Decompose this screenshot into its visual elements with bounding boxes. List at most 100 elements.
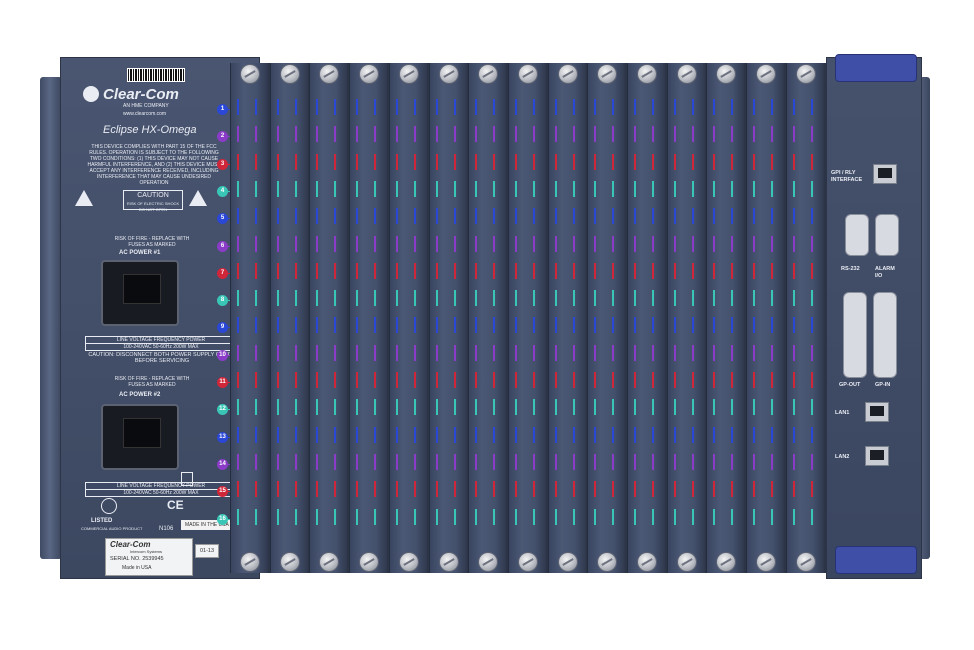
card-slot[interactable] xyxy=(468,63,507,573)
gp-out-port[interactable] xyxy=(843,292,867,378)
thumb-screw[interactable] xyxy=(479,65,498,83)
led-stripe xyxy=(294,208,297,225)
led-stripe xyxy=(634,426,636,443)
thumb-screw[interactable] xyxy=(757,65,776,83)
led-stripe xyxy=(334,208,337,225)
gp-in-port[interactable] xyxy=(873,292,897,378)
power2-table-values: 100-240VAC 50-60Hz 200W MAX xyxy=(85,489,237,497)
led-stripe xyxy=(413,208,416,225)
thumb-screw[interactable] xyxy=(360,65,379,83)
led-stripe xyxy=(652,99,654,115)
led-stripe xyxy=(810,508,813,525)
led-stripe xyxy=(572,508,575,525)
led-stripe xyxy=(532,208,535,225)
card-slot[interactable] xyxy=(587,63,626,573)
card-slot[interactable] xyxy=(507,63,546,573)
led-stripe xyxy=(673,481,676,498)
led-stripe xyxy=(413,372,416,388)
led-stripe xyxy=(753,126,756,143)
thumb-screw[interactable] xyxy=(558,65,577,83)
gpi-rly-port[interactable] xyxy=(873,164,897,184)
led-stripe xyxy=(395,426,398,443)
power2-label: AC POWER #2 xyxy=(119,392,161,398)
warning-icon xyxy=(189,190,207,206)
led-stripe xyxy=(237,153,239,170)
thumb-screw[interactable] xyxy=(717,553,736,571)
led-stripe xyxy=(276,508,279,525)
card-slot[interactable] xyxy=(706,63,745,573)
led-stripe xyxy=(237,344,239,361)
led-stripe xyxy=(255,290,257,307)
thumb-screw[interactable] xyxy=(558,553,577,571)
led-stripe xyxy=(413,99,416,115)
card-slot[interactable] xyxy=(428,63,467,573)
led-stripe xyxy=(594,262,597,279)
thumb-screw[interactable] xyxy=(638,553,656,571)
alarm-io-port[interactable] xyxy=(875,214,899,256)
lan1-port[interactable] xyxy=(865,402,889,422)
thumb-screw[interactable] xyxy=(677,65,696,83)
card-slot[interactable] xyxy=(349,63,388,573)
led-stripe xyxy=(634,126,636,143)
thumb-screw[interactable] xyxy=(399,65,418,83)
thumb-screw[interactable] xyxy=(241,65,259,83)
rs232-port[interactable] xyxy=(845,214,869,256)
thumb-screw[interactable] xyxy=(677,553,696,571)
card-slot[interactable] xyxy=(309,63,348,573)
led-stripe xyxy=(413,180,416,197)
card-slot[interactable] xyxy=(746,63,785,573)
led-stripe xyxy=(713,180,716,197)
thumb-screw[interactable] xyxy=(598,65,617,83)
led-stripe xyxy=(731,99,734,115)
thumb-screw[interactable] xyxy=(598,553,617,571)
led-stripe xyxy=(652,426,654,443)
card-slot[interactable] xyxy=(666,63,705,573)
slot-number-badge: 16 xyxy=(217,513,250,525)
thumb-screw[interactable] xyxy=(638,65,656,83)
ac-power-inlet-2[interactable] xyxy=(101,404,179,470)
card-slot[interactable] xyxy=(388,63,427,573)
led-stripe xyxy=(374,290,377,307)
thumb-screw[interactable] xyxy=(360,553,379,571)
card-slot[interactable] xyxy=(269,63,308,573)
led-stripe xyxy=(453,126,456,143)
led-stripe xyxy=(316,208,319,225)
thumb-screw[interactable] xyxy=(796,553,815,571)
caution-sub: RISK OF ELECTRIC SHOCK DO NOT OPEN xyxy=(126,201,180,212)
lan2-port[interactable] xyxy=(865,446,889,466)
led-stripe xyxy=(374,262,377,279)
thumb-screw[interactable] xyxy=(717,65,736,83)
thumb-screw[interactable] xyxy=(280,65,299,83)
thumb-screw[interactable] xyxy=(479,553,498,571)
thumb-screw[interactable] xyxy=(757,553,776,571)
ac-power-inlet-1[interactable] xyxy=(101,260,179,326)
top-handle[interactable] xyxy=(835,54,917,82)
led-stripe xyxy=(395,372,398,388)
card-slot[interactable] xyxy=(547,63,586,573)
led-stripe xyxy=(374,180,377,197)
led-stripe xyxy=(316,153,319,170)
card-slot[interactable] xyxy=(627,63,665,573)
thumb-screw[interactable] xyxy=(320,65,339,83)
led-stripe xyxy=(691,180,694,197)
led-stripe xyxy=(594,153,597,170)
card-slot[interactable] xyxy=(785,63,824,573)
thumb-screw[interactable] xyxy=(439,553,458,571)
led-stripe xyxy=(413,290,416,307)
led-stripe xyxy=(771,372,774,388)
led-stripe xyxy=(334,481,337,498)
thumb-screw[interactable] xyxy=(399,553,418,571)
card-slot[interactable] xyxy=(230,63,268,573)
led-stripe xyxy=(237,99,239,115)
led-stripe xyxy=(237,481,239,498)
thumb-screw[interactable] xyxy=(518,65,537,83)
thumb-screw[interactable] xyxy=(518,553,537,571)
led-stripe xyxy=(356,344,359,361)
thumb-screw[interactable] xyxy=(241,553,259,571)
thumb-screw[interactable] xyxy=(280,553,299,571)
bottom-handle[interactable] xyxy=(835,546,917,574)
led-stripe xyxy=(435,262,438,279)
thumb-screw[interactable] xyxy=(320,553,339,571)
thumb-screw[interactable] xyxy=(796,65,815,83)
thumb-screw[interactable] xyxy=(439,65,458,83)
